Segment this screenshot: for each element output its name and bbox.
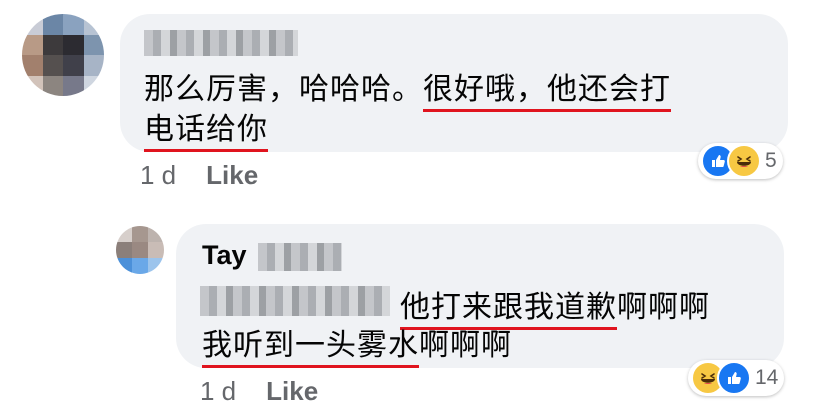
- comment-text-underlined: 很好哦，他还会打: [423, 72, 671, 112]
- comment-timestamp[interactable]: 1 d: [140, 160, 176, 190]
- comment-meta: 1 d Like: [140, 160, 258, 191]
- comment-text-underlined-2: 电话给你: [144, 112, 268, 152]
- reply-text-plain: 啊啊啊: [617, 290, 710, 325]
- reply-author-name[interactable]: Tay: [202, 240, 247, 271]
- reply-reactions[interactable]: 14: [688, 360, 785, 396]
- comment-like-button[interactable]: Like: [206, 160, 258, 190]
- comment-thread: 那么厉害，哈哈哈。很好哦，他还会打 电话给你 1 d Like 5 Tay 他打来…: [0, 0, 828, 415]
- comment-text-plain: 那么厉害，哈哈哈。: [144, 72, 423, 107]
- reply-text-line-2: 我听到一头雾水啊啊啊: [202, 320, 512, 368]
- reply-like-button[interactable]: Like: [266, 376, 318, 406]
- reply-author-avatar[interactable]: [116, 226, 164, 274]
- reaction-count: 5: [765, 149, 777, 172]
- reply-meta: 1 d Like: [200, 376, 318, 407]
- commenter-avatar[interactable]: [22, 14, 104, 96]
- blurred-author-name[interactable]: [144, 30, 298, 56]
- reply-timestamp[interactable]: 1 d: [200, 376, 236, 406]
- haha-icon: [727, 144, 761, 178]
- reply-text-underlined-2: 我听到一头雾水: [202, 328, 419, 368]
- blurred-author-surname: [258, 243, 342, 271]
- reply-text-plain-2: 啊啊啊: [419, 328, 512, 363]
- like-icon: [717, 361, 751, 395]
- comment-text-line-1: 那么厉害，哈哈哈。很好哦，他还会打: [144, 64, 671, 112]
- comment-reactions[interactable]: 5: [698, 143, 783, 179]
- reaction-count: 14: [755, 366, 779, 389]
- blurred-mention: [200, 286, 390, 316]
- comment-text-line-2: 电话给你: [144, 104, 268, 152]
